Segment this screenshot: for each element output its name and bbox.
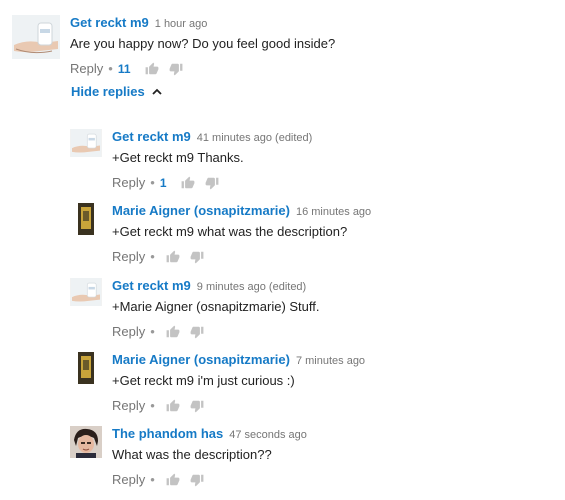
comment-author[interactable]: Get reckt m9 xyxy=(112,129,191,144)
separator-dot: • xyxy=(150,398,155,413)
separator-dot: • xyxy=(150,472,155,487)
thumbs-up-icon[interactable] xyxy=(166,250,180,264)
hide-replies-button[interactable]: Hide replies xyxy=(71,84,163,99)
comment-timestamp[interactable]: 7 minutes ago xyxy=(296,355,365,367)
comment-text: +Get reckt m9 i'm just curious :) xyxy=(112,373,295,388)
avatar[interactable] xyxy=(78,352,94,384)
reply-button[interactable]: Reply xyxy=(112,175,145,190)
comment-author[interactable]: The phandom has xyxy=(112,426,223,441)
thumbs-down-icon[interactable] xyxy=(190,473,204,487)
thumbs-down-icon[interactable] xyxy=(169,62,183,76)
avatar[interactable] xyxy=(12,15,60,59)
avatar[interactable] xyxy=(78,203,94,235)
thumbs-up-icon[interactable] xyxy=(181,176,195,190)
comment-timestamp[interactable]: 16 minutes ago xyxy=(296,206,371,218)
thumbs-up-icon[interactable] xyxy=(166,399,180,413)
comment-timestamp[interactable]: 9 minutes ago (edited) xyxy=(197,281,306,293)
separator-dot: • xyxy=(150,324,155,339)
reply-button[interactable]: Reply xyxy=(70,61,103,76)
comment-timestamp[interactable]: 1 hour ago xyxy=(155,18,208,30)
comment-author[interactable]: Marie Aigner (osnapitzmarie) xyxy=(112,203,290,218)
comment-thread: Get reckt m9 1 hour ago Are you happy no… xyxy=(0,0,565,500)
separator-dot: • xyxy=(150,249,155,264)
thumbs-down-icon[interactable] xyxy=(190,325,204,339)
chevron-up-icon xyxy=(151,86,163,98)
separator-dot: • xyxy=(108,61,113,76)
thumbs-up-icon[interactable] xyxy=(145,62,159,76)
comment-text: What was the description?? xyxy=(112,447,272,462)
hide-replies-label: Hide replies xyxy=(71,84,145,99)
reply-button[interactable]: Reply xyxy=(112,249,145,264)
avatar[interactable] xyxy=(70,278,102,306)
comment-text: +Marie Aigner (osnapitzmarie) Stuff. xyxy=(112,299,320,314)
avatar[interactable] xyxy=(70,129,102,157)
reply-button[interactable]: Reply xyxy=(112,324,145,339)
comment-text: Are you happy now? Do you feel good insi… xyxy=(70,36,336,51)
comment-text: +Get reckt m9 Thanks. xyxy=(112,150,244,165)
separator-dot: • xyxy=(150,175,155,190)
thumbs-down-icon[interactable] xyxy=(205,176,219,190)
thumbs-down-icon[interactable] xyxy=(190,250,204,264)
reply-button[interactable]: Reply xyxy=(112,398,145,413)
like-count: 1 xyxy=(159,175,167,190)
thumbs-up-icon[interactable] xyxy=(166,325,180,339)
comment-timestamp[interactable]: 41 minutes ago (edited) xyxy=(197,132,313,144)
avatar[interactable] xyxy=(70,426,102,458)
like-count: 11 xyxy=(117,61,131,76)
comment-author[interactable]: Marie Aigner (osnapitzmarie) xyxy=(112,352,290,367)
thumbs-down-icon[interactable] xyxy=(190,399,204,413)
reply-button[interactable]: Reply xyxy=(112,472,145,487)
comment-timestamp[interactable]: 47 seconds ago xyxy=(229,429,307,441)
comment-author[interactable]: Get reckt m9 xyxy=(112,278,191,293)
thumbs-up-icon[interactable] xyxy=(166,473,180,487)
comment-author[interactable]: Get reckt m9 xyxy=(70,15,149,30)
comment-text: +Get reckt m9 what was the description? xyxy=(112,224,348,239)
